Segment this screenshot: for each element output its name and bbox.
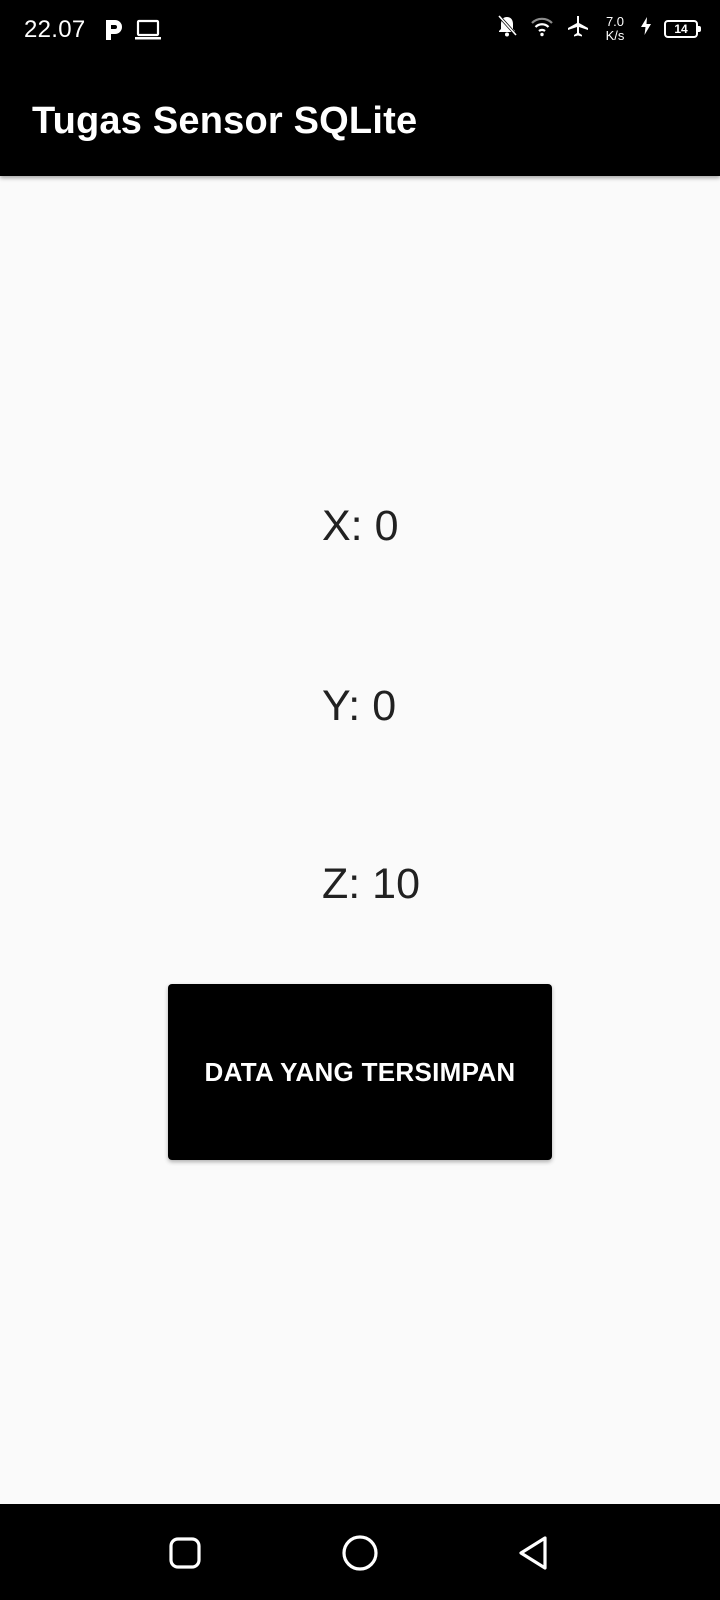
sensor-z-value: Z: 10 xyxy=(322,860,420,908)
status-right-icons: 7.0 K/s 14 xyxy=(496,13,701,43)
app-bar: Tugas Sensor SQLite xyxy=(0,66,720,176)
battery-icon: 14 xyxy=(664,19,701,38)
network-speed-value: 7.0 xyxy=(605,13,625,29)
back-icon[interactable] xyxy=(510,1530,556,1576)
saved-data-button[interactable]: DATA YANG TERSIMPAN xyxy=(168,984,552,1160)
status-left-icons xyxy=(104,18,162,47)
network-speed: 7.0 K/s xyxy=(602,13,628,43)
sensor-x-value: X: 0 xyxy=(322,502,399,550)
wifi-icon xyxy=(530,15,554,42)
notifications-off-icon xyxy=(496,14,518,43)
battery-level: 14 xyxy=(674,21,688,36)
laptop-icon xyxy=(134,19,162,46)
status-time: 22.07 xyxy=(24,16,86,43)
status-bar: 22.07 7.0 K/s 14 xyxy=(0,0,720,66)
recents-icon[interactable] xyxy=(162,1530,208,1576)
navigation-bar xyxy=(0,1504,720,1600)
network-speed-unit: K/s xyxy=(605,27,625,43)
charging-icon xyxy=(640,16,652,41)
home-icon[interactable] xyxy=(337,1530,383,1576)
sensor-y-value: Y: 0 xyxy=(322,682,397,730)
airplane-mode-icon xyxy=(566,14,590,43)
page-title: Tugas Sensor SQLite xyxy=(32,100,418,142)
parking-icon xyxy=(104,18,124,47)
screen: 22.07 7.0 K/s 14 Tugas Sensor SQLite X: … xyxy=(0,0,720,1600)
